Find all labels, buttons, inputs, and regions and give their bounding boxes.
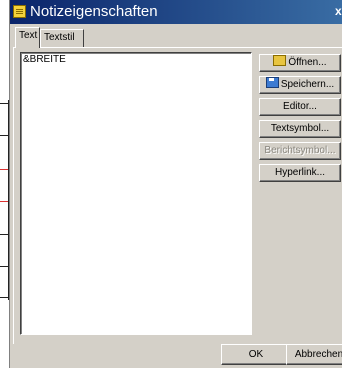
save-button-label: Speichern...: [280, 79, 335, 90]
dialog-title: Notizeigenschaften: [30, 3, 158, 20]
background-tick: [0, 103, 8, 104]
folder-icon: [273, 55, 287, 66]
save-button[interactable]: Speichern...: [259, 76, 341, 94]
open-button-label: Öffnen...: [288, 57, 327, 68]
background-tick: [0, 135, 8, 136]
background-tick: [0, 201, 8, 202]
background-tick: [0, 266, 8, 267]
text-symbol-button[interactable]: Textsymbol...: [259, 120, 341, 138]
ok-button[interactable]: OK: [221, 344, 291, 365]
cancel-button[interactable]: Abbrechen: [286, 344, 342, 365]
floppy-disk-icon: [265, 77, 279, 88]
hyperlink-button[interactable]: Hyperlink...: [259, 164, 341, 182]
background-tick: [0, 234, 8, 235]
note-text-area[interactable]: &BREITE: [20, 52, 252, 335]
tab-text[interactable]: Text: [15, 27, 40, 48]
properties-dialog: Notizeigenschaften x Text Textstil &BREI…: [9, 0, 342, 368]
tab-textstil[interactable]: Textstil: [40, 29, 84, 47]
background-tick: [0, 169, 8, 170]
background-tick: [0, 297, 8, 298]
editor-button[interactable]: Editor...: [259, 98, 341, 116]
note-icon: [13, 5, 26, 18]
report-symbol-button[interactable]: Berichtsymbol...: [259, 142, 341, 160]
title-bar[interactable]: Notizeigenschaften x: [10, 0, 342, 24]
open-button[interactable]: Öffnen...: [259, 54, 341, 72]
close-icon[interactable]: x: [335, 4, 342, 19]
